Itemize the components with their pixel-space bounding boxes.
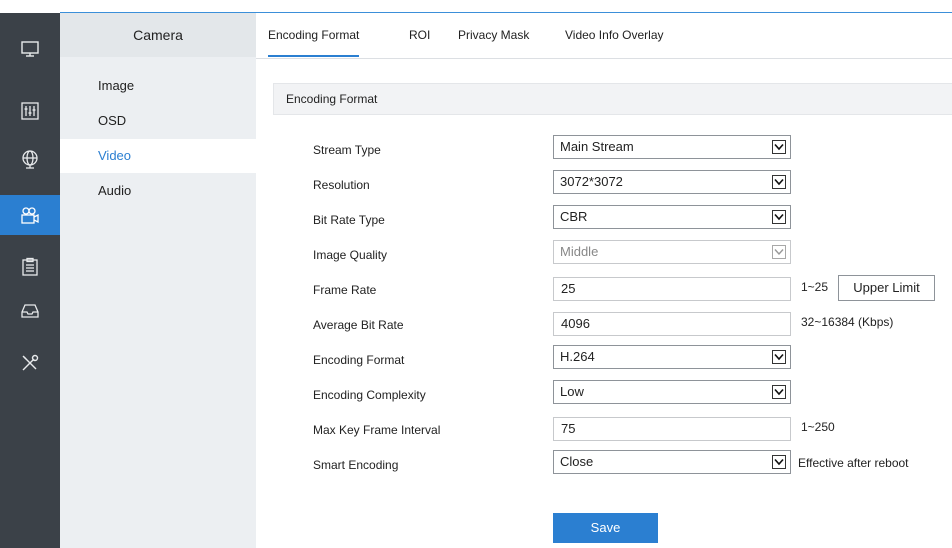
resolution-select[interactable]: 3072*3072	[553, 170, 791, 194]
upper-limit-button[interactable]: Upper Limit	[838, 275, 935, 301]
chevron-down-icon	[772, 245, 786, 259]
bit-rate-type-select[interactable]: CBR	[553, 205, 791, 229]
tools-icon[interactable]	[0, 343, 60, 383]
clipboard-icon[interactable]	[0, 247, 60, 287]
encoding-complexity-label: Encoding Complexity	[313, 388, 426, 402]
tab-privacy-mask[interactable]: Privacy Mask	[458, 13, 529, 57]
top-strip	[0, 0, 952, 13]
smart-encoding-select[interactable]: Close	[553, 450, 791, 474]
smart-encoding-note: Effective after reboot	[798, 456, 909, 470]
resolution-label: Resolution	[313, 178, 370, 192]
storage-icon[interactable]	[0, 291, 60, 331]
chevron-down-icon	[772, 385, 786, 399]
stream-type-label: Stream Type	[313, 143, 381, 157]
subnav-item-osd[interactable]: OSD	[60, 104, 256, 138]
encoding-format-select[interactable]: H.264	[553, 345, 791, 369]
subnav-title: Camera	[60, 13, 256, 57]
sliders-icon[interactable]	[0, 91, 60, 131]
resolution-value: 3072*3072	[560, 174, 623, 189]
sub-navigation: Camera Image OSD Video Audio	[60, 13, 256, 548]
tab-encoding-format[interactable]: Encoding Format	[268, 13, 360, 57]
frame-rate-label: Frame Rate	[313, 283, 377, 297]
chevron-down-icon	[772, 140, 786, 154]
stream-type-value: Main Stream	[560, 139, 634, 154]
section-header: Encoding Format	[273, 83, 952, 115]
smart-encoding-label: Smart Encoding	[313, 458, 399, 472]
frame-rate-input[interactable]: 25	[553, 277, 791, 301]
image-quality-select: Middle	[553, 240, 791, 264]
save-button[interactable]: Save	[553, 513, 658, 543]
average-bit-rate-range: 32~16384 (Kbps)	[801, 315, 894, 329]
tab-bar: Encoding Format ROI Privacy Mask Video I…	[256, 13, 952, 59]
tab-roi[interactable]: ROI	[409, 13, 430, 57]
subnav-item-image[interactable]: Image	[60, 69, 256, 103]
image-quality-label: Image Quality	[313, 248, 388, 262]
encoding-format-value: H.264	[560, 349, 595, 364]
subnav-item-audio[interactable]: Audio	[60, 174, 256, 208]
max-key-frame-interval-input[interactable]: 75	[553, 417, 791, 441]
encoding-complexity-value: Low	[560, 384, 584, 399]
stream-type-select[interactable]: Main Stream	[553, 135, 791, 159]
monitor-icon[interactable]	[0, 29, 60, 69]
frame-rate-range: 1~25	[801, 280, 829, 294]
icon-sidebar	[0, 13, 60, 548]
bit-rate-type-value: CBR	[560, 209, 588, 224]
bit-rate-type-label: Bit Rate Type	[313, 213, 385, 227]
max-key-frame-interval-range: 1~250	[801, 420, 835, 434]
globe-icon[interactable]	[0, 139, 60, 179]
encoding-format-label: Encoding Format	[313, 353, 405, 367]
tab-video-info-overlay[interactable]: Video Info Overlay	[565, 13, 664, 57]
main-panel: Encoding Format ROI Privacy Mask Video I…	[256, 13, 952, 548]
max-key-frame-interval-label: Max Key Frame Interval	[313, 423, 441, 437]
chevron-down-icon	[772, 455, 786, 469]
chevron-down-icon	[772, 350, 786, 364]
encoding-complexity-select[interactable]: Low	[553, 380, 791, 404]
chevron-down-icon	[772, 175, 786, 189]
average-bit-rate-input[interactable]: 4096	[553, 312, 791, 336]
average-bit-rate-label: Average Bit Rate	[313, 318, 404, 332]
subnav-item-video[interactable]: Video	[60, 139, 256, 173]
smart-encoding-value: Close	[560, 454, 594, 469]
chevron-down-icon	[772, 210, 786, 224]
section-title: Encoding Format	[286, 92, 378, 106]
image-quality-value: Middle	[560, 244, 599, 259]
camera-icon[interactable]	[0, 195, 60, 235]
